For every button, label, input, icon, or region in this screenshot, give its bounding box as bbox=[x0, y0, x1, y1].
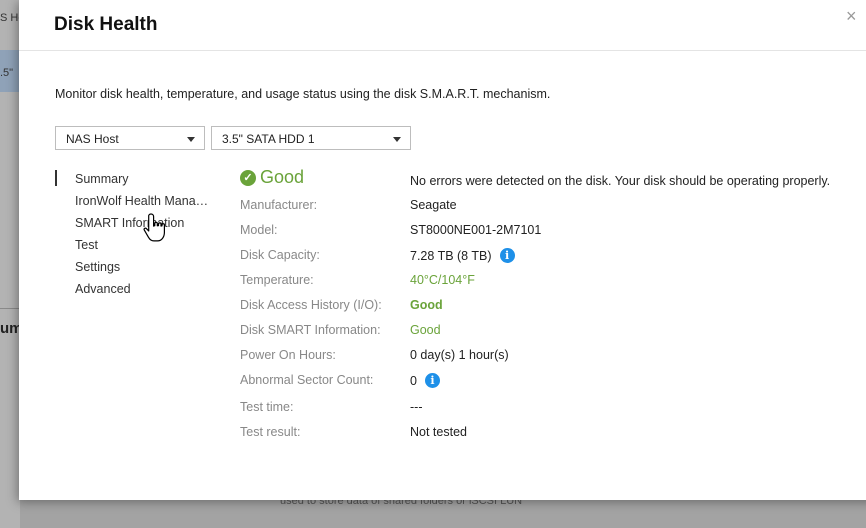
background-divider bbox=[0, 308, 20, 309]
row-value: 7.28 TB (8 TB) i bbox=[410, 248, 515, 263]
close-icon[interactable]: × bbox=[846, 6, 857, 27]
info-icon[interactable]: i bbox=[424, 373, 440, 388]
row-label: Model: bbox=[240, 223, 278, 237]
row-label: Abnormal Sector Count: bbox=[240, 373, 374, 387]
row-value[interactable]: Good bbox=[410, 298, 443, 312]
row-label: Disk Access History (I/O): bbox=[240, 298, 382, 312]
nav-item-smart-information[interactable]: SMART Information bbox=[55, 214, 211, 236]
title-divider bbox=[19, 50, 866, 51]
row-value: ST8000NE001-2M7101 bbox=[410, 223, 542, 237]
background-text-fragment: .5" bbox=[0, 67, 14, 79]
row-label: Disk SMART Information: bbox=[240, 323, 381, 337]
disk-health-nav: Summary IronWolf Health Management SMART… bbox=[55, 170, 211, 302]
row-value[interactable]: Good bbox=[410, 323, 441, 337]
hand-cursor-icon bbox=[143, 213, 165, 242]
chevron-down-icon bbox=[187, 137, 195, 142]
chevron-down-icon bbox=[393, 137, 401, 142]
disk-select[interactable]: 3.5" SATA HDD 1 bbox=[211, 126, 411, 150]
row-label: Temperature: bbox=[240, 273, 314, 287]
row-value: Seagate bbox=[410, 198, 457, 212]
row-label: Disk Capacity: bbox=[240, 248, 320, 262]
check-circle-icon: ✓ bbox=[240, 169, 256, 186]
health-status: ✓ Good bbox=[240, 167, 304, 188]
info-icon[interactable]: i bbox=[499, 248, 515, 263]
nav-item-settings[interactable]: Settings bbox=[55, 258, 211, 280]
health-status-message: No errors were detected on the disk. You… bbox=[410, 174, 831, 188]
nas-host-select[interactable]: NAS Host bbox=[55, 126, 205, 150]
row-label: Manufacturer: bbox=[240, 198, 318, 212]
health-status-label: Good bbox=[260, 167, 305, 187]
nav-item-ironwolf-health-management[interactable]: IronWolf Health Management bbox=[55, 192, 211, 214]
row-value: Not tested bbox=[410, 425, 467, 439]
row-value-text: 7.28 TB (8 TB) bbox=[410, 248, 492, 263]
row-value: 40°C/104°F bbox=[410, 273, 475, 287]
row-label: Test time: bbox=[240, 400, 294, 414]
nav-item-test[interactable]: Test bbox=[55, 236, 211, 258]
nas-host-select-value: NAS Host bbox=[66, 132, 119, 146]
row-label: Test result: bbox=[240, 425, 301, 439]
disk-health-dialog: Disk Health × Monitor disk health, tempe… bbox=[19, 0, 866, 500]
nav-item-advanced[interactable]: Advanced bbox=[55, 280, 211, 302]
row-value: 0 day(s) 1 hour(s) bbox=[410, 348, 509, 362]
nav-item-summary[interactable]: Summary bbox=[55, 170, 211, 192]
row-label: Power On Hours: bbox=[240, 348, 336, 362]
row-value-text: 0 bbox=[410, 373, 417, 388]
disk-select-value: 3.5" SATA HDD 1 bbox=[222, 132, 315, 146]
row-value: --- bbox=[410, 400, 423, 414]
dialog-title: Disk Health bbox=[54, 14, 158, 35]
dialog-description: Monitor disk health, temperature, and us… bbox=[55, 87, 551, 101]
row-value: 0 i bbox=[410, 373, 440, 388]
